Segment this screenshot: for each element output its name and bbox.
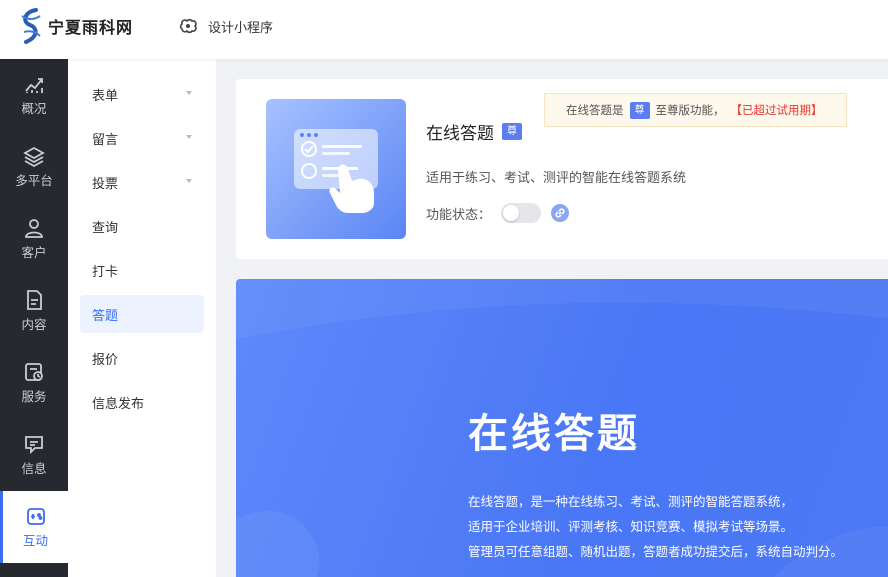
notice-suffix: 至尊版功能，: [655, 103, 725, 117]
sub-item-info-publish[interactable]: 信息发布: [80, 383, 204, 421]
mini-program-link[interactable]: 设计小程序: [178, 16, 273, 36]
rail-item-label: 信息: [21, 461, 47, 476]
link-button[interactable]: [551, 204, 570, 222]
interact-icon: [26, 508, 45, 525]
trial-expired-warning: 【已超过试用期】: [730, 103, 823, 117]
feature-title: 在线答题: [426, 124, 494, 144]
mini-program-label: 设计小程序: [208, 20, 274, 36]
brand-logo[interactable]: 宁夏雨科网: [16, 6, 133, 46]
sub-item-checkin[interactable]: 打卡: [80, 251, 204, 289]
rail-item-label: 内容: [21, 317, 47, 332]
intro-banner: 在线答题 在线答题，是一种在线练习、考试、测评的智能答题系统， 适用于企业培训、…: [236, 279, 888, 577]
chevron-down-icon: [186, 91, 192, 95]
sub-item-label: 投票: [92, 176, 119, 192]
message-icon: [25, 436, 43, 455]
main-content: 在线答题 尊 适用于练习、考试、测评的智能在线答题系统 功能状态： 在线答题是 …: [216, 59, 888, 577]
rail-item-label: 服务: [21, 389, 47, 404]
sub-item-label: 答题: [92, 308, 119, 324]
sub-item-label: 表单: [92, 88, 119, 104]
program-icon: [179, 18, 197, 34]
status-label: 功能状态：: [426, 207, 492, 223]
sub-item-guestbook[interactable]: 留言: [80, 119, 204, 157]
feature-description: 适用于练习、考试、测评的智能在线答题系统: [426, 171, 687, 186]
rail-item-overview[interactable]: 概况: [0, 59, 68, 131]
sub-item-label: 打卡: [92, 264, 119, 280]
banner-line: 在线答题，是一种在线练习、考试、测评的智能答题系统，: [468, 494, 794, 509]
sub-item-vote[interactable]: 投票: [80, 163, 204, 201]
rail-item-interaction[interactable]: 互动: [0, 491, 68, 563]
brand-name: 宁夏雨科网: [48, 18, 134, 37]
banner-line: 适用于企业培训、评测考核、知识竞赛、模拟考试等场景。: [468, 519, 794, 534]
rail-item-label: 多平台: [15, 173, 53, 188]
quiz-illustration: [266, 99, 406, 239]
rail-item-label: 概况: [21, 101, 47, 116]
vip-badge: 尊: [502, 123, 522, 140]
sub-item-form[interactable]: 表单: [80, 75, 204, 113]
sub-nav: 表单 留言 投票 查询 打卡 答题 报价 信息发布: [68, 59, 216, 577]
sub-item-quote[interactable]: 报价: [80, 339, 204, 377]
banner-description: 在线答题，是一种在线练习、考试、测评的智能答题系统， 适用于企业培训、评测考核、…: [468, 489, 843, 564]
feature-title-row: 在线答题 尊: [426, 119, 522, 144]
rail-item-label: 互动: [22, 533, 48, 548]
rail-item-content[interactable]: 内容: [0, 275, 68, 347]
feature-toggle[interactable]: [501, 203, 542, 223]
rail-item-multiplatform[interactable]: 多平台: [0, 131, 68, 203]
chart-icon: [25, 78, 43, 93]
sub-item-quiz[interactable]: 答题: [80, 295, 204, 333]
sub-item-label: 留言: [92, 132, 119, 148]
service-icon: [25, 363, 43, 381]
upgrade-notice: 在线答题是 尊 至尊版功能， 【已超过试用期】: [544, 93, 847, 127]
banner-line: 管理员可任意组题、随机出题，答题者成功提交后，系统自动判分。: [468, 544, 844, 559]
link-icon: [555, 208, 565, 218]
rail-item-service[interactable]: 服务: [0, 347, 68, 419]
sub-item-query[interactable]: 查询: [80, 207, 204, 245]
feature-status-row: 功能状态：: [426, 203, 570, 223]
sub-item-label: 报价: [92, 352, 119, 368]
quiz-illustration-icon: [294, 129, 378, 213]
notice-prefix: 在线答题是: [566, 103, 624, 117]
chevron-down-icon: [186, 179, 192, 183]
rail-item-label: 客户: [21, 245, 47, 260]
rail-item-message[interactable]: 信息: [0, 419, 68, 491]
layers-icon: [23, 146, 45, 167]
vip-badge: 尊: [629, 101, 650, 119]
banner-title: 在线答题: [468, 411, 640, 457]
document-icon: [27, 290, 42, 310]
sub-item-label: 信息发布: [92, 396, 145, 412]
main-nav-rail: 概况 多平台 客户 内容 服务 信息 互动: [0, 59, 68, 577]
logo-mark-icon: [21, 8, 41, 44]
user-icon: [25, 219, 43, 238]
chevron-down-icon: [186, 135, 192, 139]
sub-item-label: 查询: [92, 220, 119, 236]
rail-item-customer[interactable]: 客户: [0, 203, 68, 275]
top-header: 宁夏雨科网 设计小程序: [0, 0, 888, 59]
